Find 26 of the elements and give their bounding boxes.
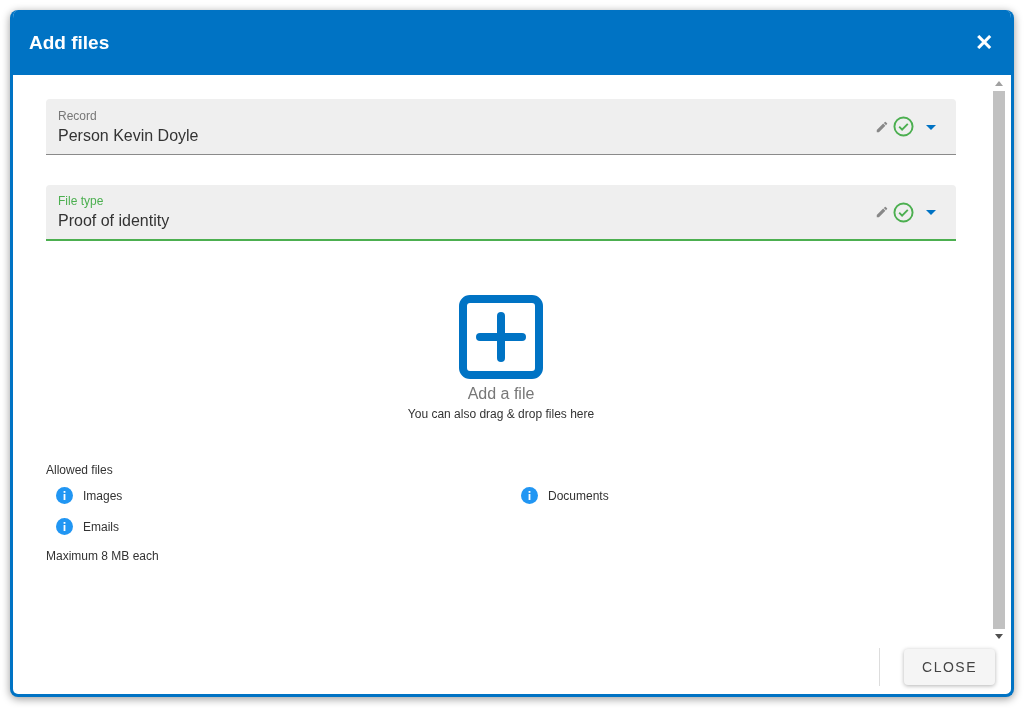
drag-drop-hint: You can also drag & drop files here bbox=[407, 407, 595, 421]
select-field[interactable]: Record Person Kevin Doyle bbox=[46, 99, 956, 155]
scroll-down-icon[interactable] bbox=[995, 634, 1003, 639]
allowed-files-heading: Allowed files bbox=[46, 463, 113, 477]
close-button[interactable]: CLOSE bbox=[904, 649, 995, 685]
select-field[interactable]: File type Proof of identity bbox=[46, 185, 956, 241]
add-file-label[interactable]: Add a file bbox=[467, 385, 535, 403]
file-type-label: Emails bbox=[83, 519, 119, 534]
info-icon bbox=[56, 518, 73, 535]
pencil-icon[interactable] bbox=[875, 205, 889, 219]
field-label: Record bbox=[58, 108, 98, 123]
check-circle-icon bbox=[893, 116, 914, 137]
file-type-label: Documents bbox=[548, 488, 609, 503]
size-limit-text: Maximum 8 MB each bbox=[46, 549, 159, 563]
add-file-icon[interactable] bbox=[459, 295, 543, 379]
info-icon bbox=[56, 487, 73, 504]
file-type-label: Images bbox=[83, 488, 123, 503]
scroll-up-icon[interactable] bbox=[995, 81, 1003, 86]
check-circle-icon bbox=[893, 201, 914, 223]
dialog-title: Add files bbox=[29, 31, 110, 54]
field-label: File type bbox=[58, 194, 105, 208]
pencil-icon[interactable] bbox=[875, 119, 889, 134]
info-icon bbox=[521, 487, 538, 504]
close-button[interactable]: ✕ bbox=[975, 31, 993, 54]
field-value: Person Kevin Doyle bbox=[58, 126, 200, 145]
field-value: Proof of identity bbox=[58, 212, 171, 230]
